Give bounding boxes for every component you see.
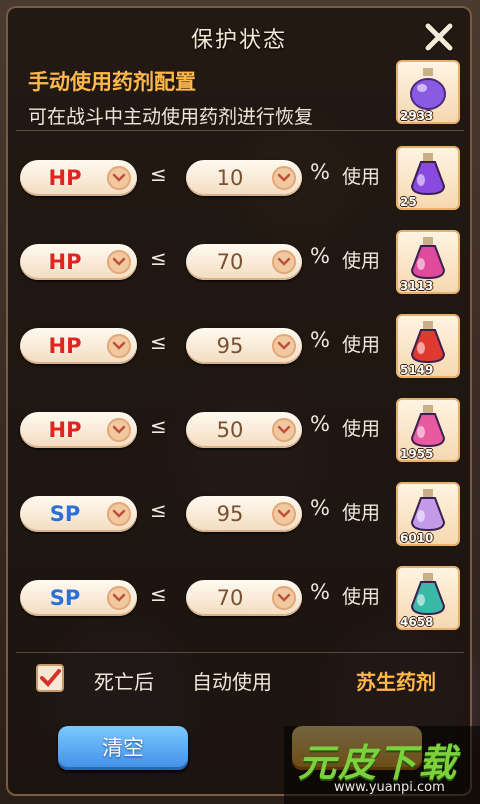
clear-button[interactable]: 清空 [58,726,188,770]
auto-use-label: 自动使用 [192,670,272,694]
stat-dropdown[interactable]: SP [20,496,137,532]
potion-rule-row: SP ≤ 70 % 使用 4658 [0,564,480,634]
operator-label: ≤ [150,498,167,522]
percent-label: % [310,160,330,184]
check-icon [40,669,61,687]
operator-label: ≤ [150,246,167,270]
potion-rule-row: HP ≤ 50 % 使用 1955 [0,396,480,466]
operator-label: ≤ [150,162,167,186]
potion-count: 5149 [400,363,434,377]
use-label: 使用 [342,334,381,356]
potion-count: 4658 [400,615,434,629]
potion-rule-row: HP ≤ 95 % 使用 5149 [0,312,480,382]
percent-label: % [310,580,330,604]
revive-potion-label[interactable]: 苏生药剂 [356,666,436,695]
header-subtitle: 可在战斗中主动使用药剂进行恢复 [28,106,314,128]
percent-label: % [310,412,330,436]
after-death-label: 死亡后 [94,670,154,694]
purple-flask-icon [410,153,446,196]
potion-slot[interactable]: 4658 [396,566,460,630]
use-label: 使用 [342,250,381,272]
threshold-value: 95 [216,334,244,358]
stat-label: HP [48,334,82,358]
chevron-down-icon [272,166,296,190]
pink-flask-icon [410,405,446,448]
close-button[interactable] [422,20,456,54]
purple-potion-icon [410,68,446,110]
threshold-value: 50 [216,418,244,442]
threshold-dropdown[interactable]: 95 [186,328,302,364]
threshold-value: 70 [216,250,244,274]
percent-label: % [310,328,330,352]
stat-label: SP [49,502,81,526]
chevron-down-icon [272,418,296,442]
stat-label: HP [48,166,82,190]
stat-label: SP [49,586,81,610]
threshold-value: 70 [216,586,244,610]
chevron-down-icon [107,418,131,442]
chevron-down-icon [107,250,131,274]
threshold-dropdown[interactable]: 50 [186,412,302,448]
use-label: 使用 [342,166,381,188]
chevron-down-icon [107,502,131,526]
potion-count: 3113 [400,279,434,293]
potion-slot[interactable]: 6010 [396,482,460,546]
operator-label: ≤ [150,414,167,438]
potion-count: 6010 [400,531,434,545]
stat-label: HP [48,418,82,442]
threshold-value: 10 [216,166,244,190]
potion-rule-row: HP ≤ 70 % 使用 3113 [0,228,480,298]
use-label: 使用 [342,502,381,524]
teal-potion-icon [410,573,446,616]
percent-label: % [310,496,330,520]
pink-potion-icon [410,237,446,280]
threshold-dropdown[interactable]: 70 [186,580,302,616]
watermark-url: www.yuanpi.com [334,780,445,795]
stat-dropdown[interactable]: HP [20,160,137,196]
auto-revive-row: 死亡后 自动使用 苏生药剂 [0,656,480,700]
potion-rule-row: SP ≤ 95 % 使用 6010 [0,480,480,550]
chevron-down-icon [272,334,296,358]
potion-slot[interactable]: 5149 [396,314,460,378]
chevron-down-icon [272,250,296,274]
auto-revive-checkbox[interactable] [36,664,64,692]
close-icon [424,22,454,52]
chevron-down-icon [272,502,296,526]
threshold-dropdown[interactable]: 70 [186,244,302,280]
watermark: 元皮下载 www.yuanpi.com [284,726,480,804]
potion-slot[interactable]: 3113 [396,230,460,294]
threshold-dropdown[interactable]: 10 [186,160,302,196]
potion-rule-row: HP ≤ 10 % 使用 25 [0,144,480,214]
chevron-down-icon [107,334,131,358]
stat-dropdown[interactable]: HP [20,328,137,364]
red-potion-icon [410,321,446,364]
potion-slot[interactable]: 1955 [396,398,460,462]
stat-label: HP [48,250,82,274]
watermark-logo: 元皮下载 [298,741,459,785]
percent-label: % [310,244,330,268]
threshold-value: 95 [216,502,244,526]
stat-dropdown[interactable]: HP [20,244,137,280]
lavender-potion-icon [410,489,446,532]
use-label: 使用 [342,418,381,440]
divider [16,130,464,131]
operator-label: ≤ [150,582,167,606]
potion-count: 1955 [400,447,434,461]
chevron-down-icon [272,586,296,610]
use-label: 使用 [342,586,381,608]
threshold-dropdown[interactable]: 95 [186,496,302,532]
header: 手动使用药剂配置 可在战斗中主动使用药剂进行恢复 [28,66,313,129]
stat-dropdown[interactable]: SP [20,580,137,616]
potion-count: 25 [400,195,417,209]
header-potion-slot[interactable]: 2933 [396,60,460,124]
operator-label: ≤ [150,330,167,354]
header-potion-count: 2933 [400,109,434,123]
chevron-down-icon [107,166,131,190]
chevron-down-icon [107,586,131,610]
potion-slot[interactable]: 25 [396,146,460,210]
divider [16,652,464,653]
stat-dropdown[interactable]: HP [20,412,137,448]
window-title: 保护状态 [190,28,287,53]
header-title: 手动使用药剂配置 [28,70,196,94]
